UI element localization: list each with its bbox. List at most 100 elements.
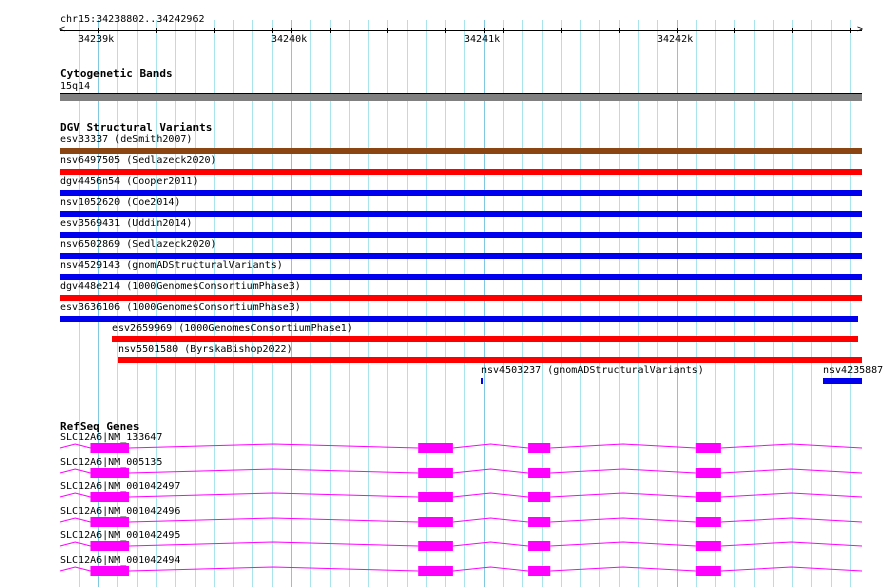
intron [59, 492, 91, 498]
cyto-band-bar[interactable] [60, 93, 862, 101]
gene-model[interactable] [0, 564, 890, 578]
exon[interactable] [528, 468, 551, 478]
sv-label[interactable]: nsv6497505 (Sedlazeck2020) [60, 155, 217, 166]
exon[interactable] [695, 492, 721, 502]
sv-bar[interactable] [60, 211, 862, 217]
sv-bar[interactable] [60, 316, 858, 322]
exon[interactable] [418, 541, 453, 551]
intron [550, 517, 696, 523]
sv-bar[interactable] [112, 336, 858, 342]
exon[interactable] [90, 517, 130, 527]
intron [452, 492, 529, 498]
ruler-tick [214, 28, 215, 33]
ruler-tick [619, 28, 620, 33]
ruler-label: 34239k [78, 34, 115, 45]
sv-label[interactable]: nsv1052620 (Coe2014) [60, 197, 180, 208]
gene-model[interactable] [0, 515, 890, 529]
ruler-left-arrow[interactable]: < [59, 24, 65, 35]
sv-bar[interactable] [823, 378, 862, 384]
ruler-tick [445, 28, 446, 33]
sv-bar[interactable] [60, 232, 862, 238]
exon[interactable] [418, 468, 453, 478]
ruler-label: 34240k [271, 34, 308, 45]
sv-bar[interactable] [60, 169, 862, 175]
sv-bar[interactable] [60, 295, 862, 301]
gene-model[interactable] [0, 539, 890, 553]
sv-bar[interactable] [118, 357, 862, 363]
sv-bar[interactable] [60, 274, 862, 280]
intron [550, 468, 696, 474]
sv-bar[interactable] [60, 190, 862, 196]
intron [59, 541, 91, 547]
sv-label[interactable]: esv2659969 (1000GenomesConsortiumPhase1) [112, 323, 353, 334]
exon[interactable] [90, 566, 130, 576]
sv-bar[interactable] [60, 148, 862, 154]
exon[interactable] [418, 566, 453, 576]
sv-label[interactable]: esv3636106 (1000GenomesConsortiumPhase3) [60, 302, 301, 313]
intron [720, 492, 863, 498]
intron [129, 443, 419, 449]
ruler-label: 34242k [657, 34, 694, 45]
exon[interactable] [90, 541, 130, 551]
intron [550, 492, 696, 498]
sv-bar[interactable] [481, 378, 483, 384]
ruler-tick [330, 28, 331, 33]
intron [59, 566, 91, 572]
gene-model[interactable] [0, 466, 890, 480]
gene-model[interactable] [0, 441, 890, 455]
intron [129, 517, 419, 523]
ruler-tick [272, 28, 273, 33]
exon[interactable] [418, 492, 453, 502]
sv-label[interactable]: esv3569431 (Uddin2014) [60, 218, 192, 229]
intron [452, 541, 529, 547]
sv-label[interactable]: nsv4503237 (gnomADStructuralVariants) [481, 365, 704, 376]
ruler-tick [291, 28, 292, 33]
exon[interactable] [695, 541, 721, 551]
exon[interactable] [528, 517, 551, 527]
exon[interactable] [90, 468, 130, 478]
exon[interactable] [695, 443, 721, 453]
sv-label[interactable]: nsv6502869 (Sedlazeck2020) [60, 239, 217, 250]
exon[interactable] [695, 517, 721, 527]
exon[interactable] [528, 443, 551, 453]
gene-model[interactable] [0, 490, 890, 504]
sv-label[interactable]: dgv4456n54 (Cooper2011) [60, 176, 198, 187]
intron [720, 443, 863, 449]
ruler-tick [734, 28, 735, 33]
exon[interactable] [695, 468, 721, 478]
dgv-track-title[interactable]: DGV Structural Variants [60, 121, 212, 134]
exon[interactable] [695, 566, 721, 576]
sv-bar[interactable] [60, 253, 862, 259]
genome-browser-panel: chr15:34238802..34242962 < >34239k 34240k 3… [0, 0, 890, 587]
ruler-tick [561, 28, 562, 33]
cyto-band-label: 15q14 [60, 81, 91, 92]
intron [452, 468, 529, 474]
exon[interactable] [528, 541, 551, 551]
ruler-tick [850, 28, 851, 33]
sv-label[interactable]: nsv4235887 [823, 365, 883, 376]
ruler-tick [387, 28, 388, 33]
intron [720, 517, 863, 523]
ruler-tick [503, 28, 504, 33]
intron [720, 468, 863, 474]
sv-label[interactable]: esv33337 (deSmith2007) [60, 134, 192, 145]
sv-label[interactable]: dgv448e214 (1000GenomesConsortiumPhase3) [60, 281, 301, 292]
sv-label[interactable]: nsv4529143 (gnomADStructuralVariants) [60, 260, 283, 271]
exon[interactable] [418, 517, 453, 527]
exon[interactable] [90, 443, 130, 453]
ruler-tick [98, 28, 99, 33]
intron [59, 468, 91, 474]
ruler-tick [484, 28, 485, 33]
exon[interactable] [418, 443, 453, 453]
ruler-right-arrow[interactable]: > [857, 24, 863, 35]
exon[interactable] [528, 492, 551, 502]
cyto-track-title[interactable]: Cytogenetic Bands [60, 67, 173, 80]
ruler-tick [156, 28, 157, 33]
sv-label[interactable]: nsv5501580 (ByrskaBishop2022) [118, 344, 293, 355]
exon[interactable] [528, 566, 551, 576]
intron [550, 566, 696, 572]
exon[interactable] [90, 492, 130, 502]
intron [720, 566, 863, 572]
intron [129, 492, 419, 498]
region-label: chr15:34238802..34242962 [60, 14, 205, 25]
